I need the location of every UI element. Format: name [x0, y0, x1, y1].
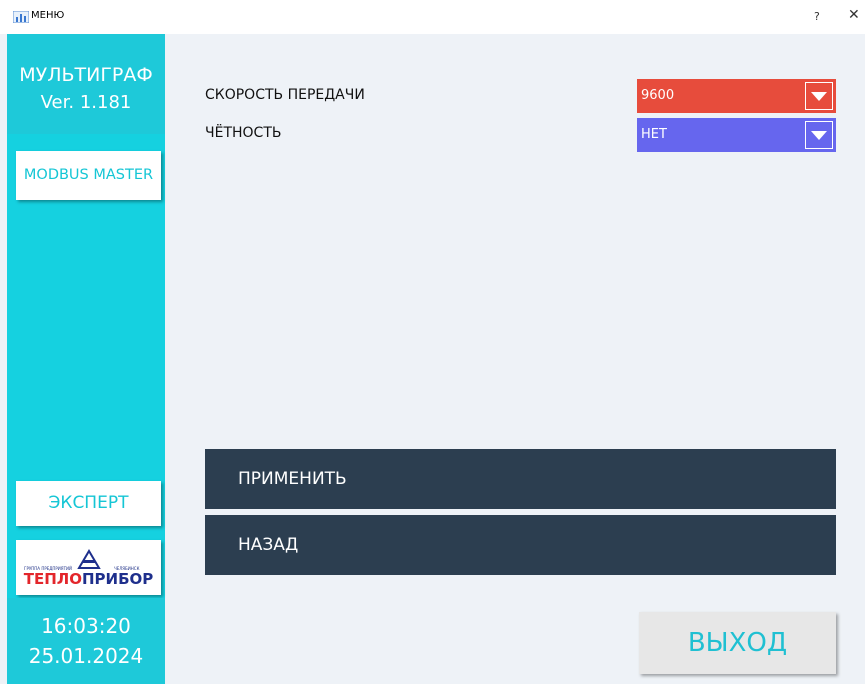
version-label: Ver. 1.181 [40, 92, 132, 113]
logo-mark-icon [77, 549, 101, 569]
speed-select[interactable]: 9600 [637, 79, 836, 113]
chevron-down-icon[interactable] [805, 82, 833, 110]
logo-wordmark: ТЕПЛОПРИБОР [16, 570, 161, 588]
close-button[interactable]: ✕ [848, 7, 860, 23]
modbus-master-button[interactable]: MODBUS MASTER [16, 151, 161, 200]
clock-panel: 16:03:20 25.01.2024 [7, 598, 165, 684]
expert-button[interactable]: ЭКСПЕРТ [16, 481, 161, 526]
title-bar: МЕНЮ ? ✕ [0, 0, 865, 34]
sidebar: МУЛЬТИГРАФ Ver. 1.181 MODBUS MASTER ЭКСП… [7, 34, 165, 684]
exit-button[interactable]: ВЫХОД [639, 612, 836, 674]
window-title: МЕНЮ [31, 10, 65, 21]
parity-value: НЕТ [641, 127, 667, 142]
parity-select[interactable]: НЕТ [637, 118, 836, 152]
chart-icon [13, 11, 29, 23]
logo-word-blue: ПРИБОР [81, 570, 154, 588]
parity-label: ЧЁТНОСТЬ [205, 125, 282, 141]
brand-name: МУЛЬТИГРАФ [19, 64, 153, 86]
logo-word-red: ТЕПЛО [23, 570, 82, 588]
chevron-down-icon[interactable] [805, 121, 833, 149]
brand-panel: МУЛЬТИГРАФ Ver. 1.181 [7, 34, 165, 134]
clock-time: 16:03:20 [41, 614, 131, 638]
back-button[interactable]: НАЗАД [205, 515, 836, 575]
apply-button[interactable]: ПРИМЕНИТЬ [205, 449, 836, 509]
clock-date: 25.01.2024 [28, 644, 144, 668]
help-button[interactable]: ? [814, 10, 820, 23]
speed-value: 9600 [641, 88, 675, 103]
speed-label: СКОРОСТЬ ПЕРЕДАЧИ [205, 87, 365, 103]
teplopribor-logo: ГРУППА ПРЕДПРИЯТИЙ ЧЕЛЯБИНСК ТЕПЛОПРИБОР [16, 540, 161, 595]
